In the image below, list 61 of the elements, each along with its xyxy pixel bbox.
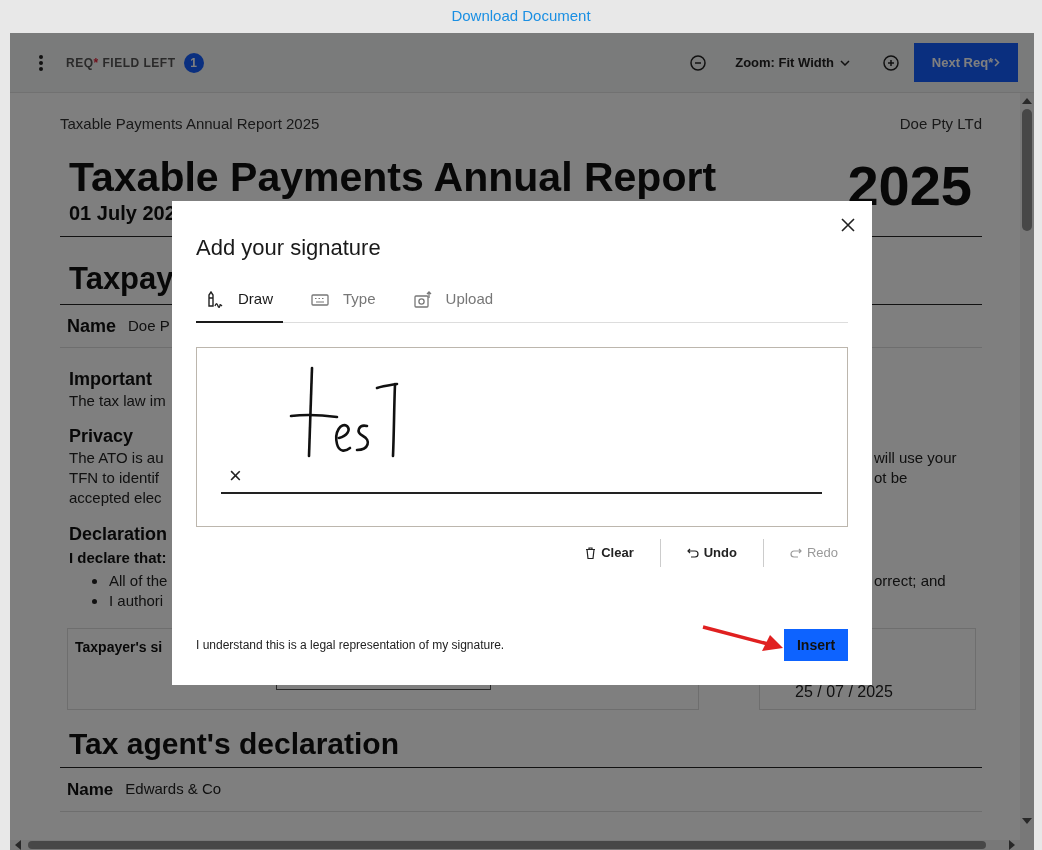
signature-tab[interactable]: Type [301, 278, 386, 323]
keyboard-icon [311, 293, 329, 306]
trash-icon [585, 547, 597, 559]
undo-button[interactable]: Undo [660, 539, 763, 567]
next-required-button[interactable]: Next Req* [914, 43, 1018, 82]
section-subheading: Declaration [69, 523, 169, 546]
menu-icon[interactable] [37, 53, 45, 72]
scrollbar-thumb[interactable] [1022, 109, 1032, 231]
bullet-icon [92, 598, 97, 604]
zoom-out-icon[interactable] [690, 54, 707, 71]
clear-button[interactable]: Clear [559, 539, 660, 567]
field-label: Name [67, 314, 117, 338]
section-heading: Taxpay [69, 261, 174, 296]
zoom-in-icon[interactable] [883, 54, 899, 71]
body-text: accepted elec [69, 488, 162, 508]
insert-button[interactable]: Insert [784, 629, 848, 661]
camera-icon [413, 290, 432, 309]
signature-tab[interactable]: Draw [196, 278, 283, 323]
document-header: Taxable Payments Annual Report 2025 [60, 114, 320, 134]
undo-icon [686, 548, 699, 558]
download-link[interactable]: Download Document [451, 5, 591, 28]
body-text: TFN to identif [69, 468, 160, 488]
scroll-right-icon[interactable] [1009, 840, 1015, 850]
zoom-dropdown[interactable]: Zoom: Fit Width [735, 52, 850, 73]
report-year: 2025 [847, 156, 972, 216]
close-icon[interactable] [841, 218, 855, 232]
body-text: orrect; and [874, 571, 946, 591]
redo-icon [789, 548, 802, 558]
legal-notice: I understand this is a legal representation of my signature. [196, 637, 505, 654]
count-badge: 1 [183, 52, 204, 73]
signature-pad[interactable]: × [196, 347, 848, 527]
body-text: All of the [109, 571, 168, 591]
signature-tab[interactable]: Upload [403, 278, 504, 323]
bullet-icon [92, 578, 97, 584]
field-value: Doe P [128, 315, 170, 336]
body-text: The tax law im [69, 391, 167, 411]
section-heading: Tax agent's declaration [60, 726, 982, 768]
company-name: Doe Pty LTd [899, 114, 982, 134]
section-subheading: Privacy [69, 425, 135, 448]
body-text: I authori [109, 591, 164, 611]
section-subheading: Important [69, 368, 153, 391]
pen-icon [206, 290, 224, 309]
sign-here-mark: × [229, 463, 242, 489]
scroll-down-icon[interactable] [1022, 818, 1032, 824]
dialog-title: Add your signature [196, 234, 382, 262]
body-text: ot be [874, 468, 908, 488]
field-value: Edwards & Co [125, 779, 222, 800]
scroll-left-icon[interactable] [15, 840, 21, 850]
document-title: Taxable Payments Annual Report [69, 154, 717, 200]
body-text: I declare that: [69, 548, 167, 568]
redo-button: Redo [763, 539, 838, 567]
field-label: Taxpayer's si [75, 638, 163, 657]
date-value: 25 / 07 / 2025 [795, 683, 893, 701]
chevron-right-icon [994, 58, 1001, 67]
field-label: Name [67, 778, 114, 801]
scrollbar-thumb[interactable] [28, 841, 986, 849]
scroll-up-icon[interactable] [1022, 98, 1032, 104]
body-text: will use your [874, 448, 957, 468]
chevron-down-icon [840, 59, 850, 66]
required-fields-label: REQ* FIELD LEFT [66, 54, 176, 72]
body-text: The ATO is au [69, 448, 164, 468]
